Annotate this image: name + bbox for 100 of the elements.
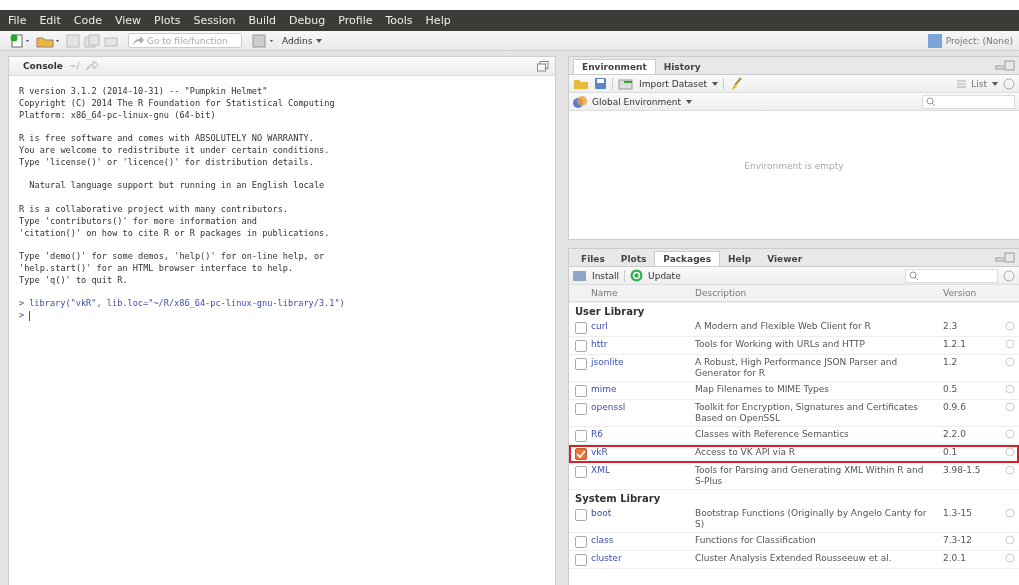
list-view-menu[interactable]: List (971, 78, 987, 89)
menu-item[interactable]: Help (425, 14, 451, 27)
console-command: library("vkR", lib.loc="~/R/x86_64-pc-linux-gnu-library/3.1") (29, 298, 345, 311)
package-link[interactable]: R6 (591, 429, 695, 440)
project-menu[interactable]: Project: (None) (945, 35, 1013, 46)
caret-icon[interactable] (686, 99, 693, 104)
arrow-icon (132, 35, 144, 46)
pane-tab[interactable]: History (655, 60, 709, 74)
r-environment-icon (573, 94, 587, 109)
console-output: Copyright (C) 2014 The R Foundation for Statistical Computing (19, 97, 336, 110)
caret-icon[interactable] (316, 38, 323, 43)
console-output: R version 3.1.2 (2014-10-31) -- "Pumpkin Helmet" (19, 86, 269, 98)
package-description: Access to VK API via R (695, 447, 797, 458)
package-link[interactable]: class (591, 535, 695, 546)
search-field[interactable] (905, 268, 998, 283)
search-field[interactable] (922, 94, 1015, 109)
package-version: 2.3 (943, 321, 959, 332)
caret-icon[interactable] (712, 81, 718, 86)
menu-item[interactable]: Profile (338, 14, 373, 27)
addins-menu[interactable]: Addins (282, 35, 313, 46)
pane-tab[interactable]: Viewer (759, 252, 811, 266)
package-link[interactable]: XML (591, 465, 695, 476)
go-to-file-field[interactable]: Go to file/function (128, 33, 242, 48)
package-link[interactable]: cluster (591, 553, 695, 564)
checkbox[interactable] (575, 403, 587, 415)
package-description: Functions for Classification (695, 535, 817, 546)
menu-item[interactable]: Plots (154, 14, 181, 27)
package-description: A Robust, High Performance JSON Parser and Generator for R (695, 357, 899, 379)
menu-item[interactable]: Tools (385, 14, 413, 27)
update-icon (630, 269, 644, 282)
package-description: Map Filenames to MIME Types (695, 384, 830, 395)
menu-item[interactable]: View (114, 14, 141, 27)
empty-message: Environment is empty (744, 161, 844, 173)
minimize-maximize-icon[interactable] (995, 60, 1015, 71)
refresh-icon[interactable] (1003, 269, 1015, 282)
package-version: 0.9.6 (943, 402, 967, 413)
package-link[interactable]: jsonlite (591, 357, 695, 368)
console-path: ~/ (68, 61, 80, 71)
library-heading: System Library (574, 492, 662, 506)
checkbox[interactable] (575, 448, 587, 460)
package-version: 3.98-1.5 (943, 465, 982, 476)
menu-item[interactable]: Debug (289, 14, 326, 27)
menu-item[interactable]: Edit (39, 14, 61, 27)
pane-tab[interactable]: Help (720, 252, 760, 266)
menu-item[interactable]: Session (193, 14, 236, 27)
package-description: A Modern and Flexible Web Client for R (695, 321, 872, 332)
environment-scope-menu[interactable]: Global Environment (592, 96, 682, 107)
minimize-maximize-icon[interactable] (995, 252, 1015, 263)
project-icon (927, 33, 942, 48)
open-folder-icon[interactable] (573, 77, 589, 90)
new-file-icon[interactable] (10, 33, 32, 48)
package-link[interactable]: openssl (591, 402, 695, 413)
column-header[interactable]: Description (695, 288, 943, 298)
console-output: 'help.start()' for an HTML browser interface to help. (19, 262, 295, 275)
restore-icon[interactable] (537, 60, 549, 72)
import-dataset-menu[interactable]: Import Dataset (639, 78, 707, 89)
checkbox[interactable] (575, 509, 587, 521)
menu-item[interactable]: Build (248, 14, 277, 27)
prompt: > (19, 310, 25, 322)
package-link[interactable]: vkR (591, 447, 695, 458)
checkbox[interactable] (575, 536, 587, 548)
text-cursor (29, 311, 31, 322)
checkbox[interactable] (575, 358, 587, 370)
install-button[interactable]: Install (592, 270, 620, 281)
package-link[interactable]: httr (591, 339, 695, 350)
console-output: R is free software and comes with ABSOLUTELY NO WARRANTY. (19, 133, 315, 145)
package-link[interactable]: mime (591, 384, 695, 395)
checkbox[interactable] (575, 554, 587, 566)
console-output: 'citation()' on how to cite R or R packages in publications. (19, 227, 331, 240)
checkbox[interactable] (575, 430, 587, 442)
pane-tab[interactable]: Packages (654, 251, 721, 266)
list-icon (957, 79, 967, 88)
console-output: Type 'q()' to quit R. (19, 274, 129, 287)
package-version: 2.0.1 (943, 553, 967, 564)
column-header[interactable]: Version (943, 288, 1005, 298)
checkbox[interactable] (575, 466, 587, 478)
column-header[interactable]: Name (591, 288, 695, 298)
update-button[interactable]: Update (648, 270, 681, 281)
broom-icon[interactable] (729, 76, 743, 91)
refresh-icon[interactable] (1003, 77, 1015, 90)
checkbox[interactable] (575, 322, 587, 334)
pane-tab[interactable]: Plots (612, 252, 655, 266)
package-description: Toolkit for Encryption, Signatures and Certificates Based on OpenSSL (695, 402, 920, 424)
console-output: Natural language support but running in an English locale (28, 180, 326, 193)
menu-item[interactable]: Code (73, 14, 102, 27)
package-link[interactable]: curl (591, 321, 695, 332)
checkbox[interactable] (575, 340, 587, 352)
pane-tab[interactable]: Environment (573, 59, 656, 74)
caret-icon[interactable] (992, 81, 998, 86)
checkbox[interactable] (575, 385, 587, 397)
package-version: 1.2 (943, 357, 959, 368)
remove-icon[interactable] (1005, 508, 1015, 518)
arrow-icon[interactable] (85, 61, 100, 71)
menu-item[interactable]: File (8, 14, 27, 27)
pane-tab[interactable]: Files (573, 252, 613, 266)
package-description: Classes with Reference Semantics (695, 429, 850, 440)
search-icon (926, 96, 936, 107)
package-link[interactable]: boot (591, 508, 695, 519)
save-icon[interactable] (594, 77, 607, 90)
save-all-icon[interactable] (84, 33, 100, 48)
